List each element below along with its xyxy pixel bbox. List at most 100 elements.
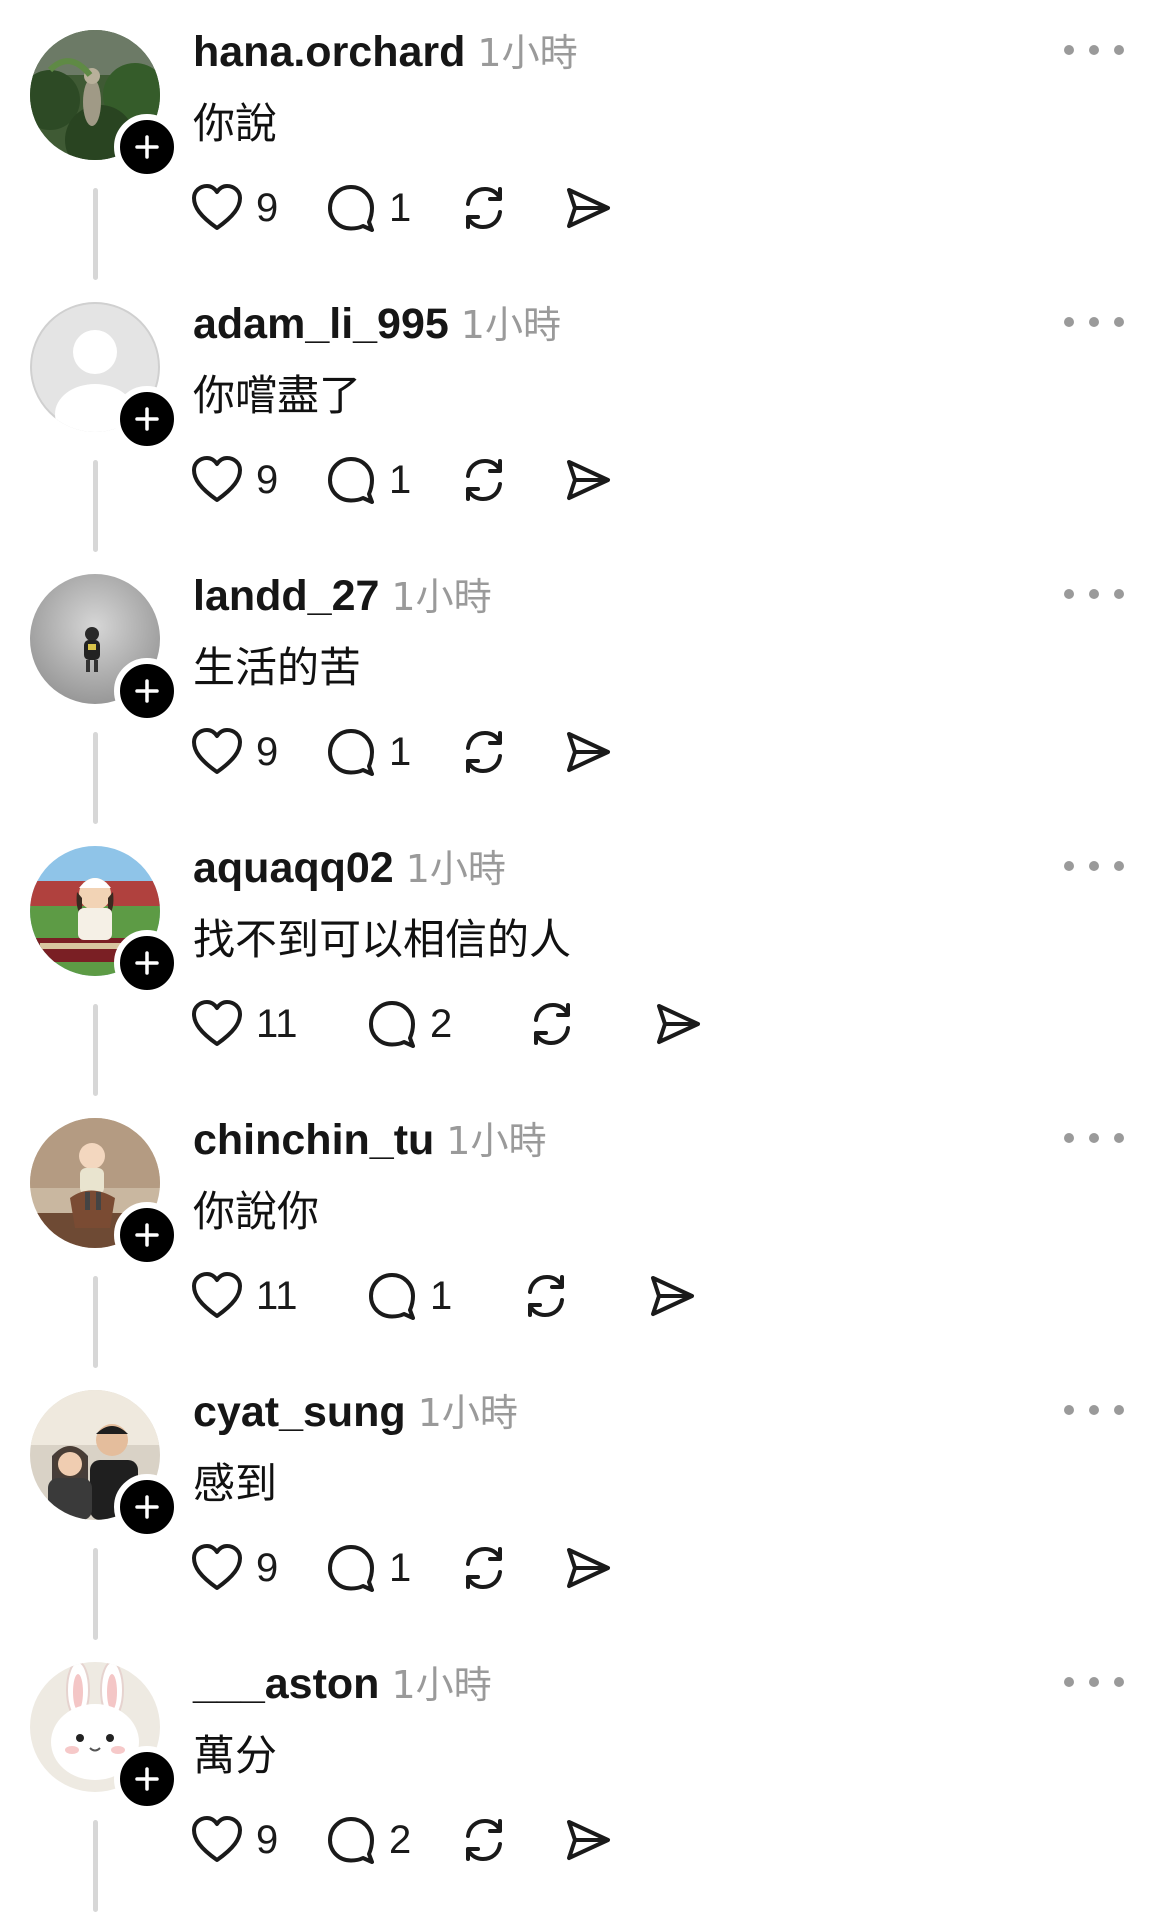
- share-button[interactable]: [562, 450, 614, 510]
- heart-icon: [192, 1272, 242, 1318]
- plus-icon: [135, 951, 159, 975]
- username[interactable]: aquaqq02: [193, 844, 394, 893]
- thread-connector-line: [93, 188, 98, 280]
- action-bar: 9 1: [190, 1538, 790, 1598]
- post-text: 你說: [193, 99, 278, 148]
- follow-button[interactable]: [114, 930, 180, 996]
- timestamp: 1小時: [460, 303, 561, 347]
- repost-button[interactable]: [526, 994, 578, 1054]
- thread-connector-line: [93, 1548, 98, 1640]
- post-text: 找不到可以相信的人: [193, 915, 572, 964]
- username[interactable]: ___aston: [193, 1660, 379, 1709]
- plus-icon: [135, 679, 159, 703]
- username[interactable]: hana.orchard: [193, 28, 465, 77]
- more-options-button[interactable]: [1064, 1120, 1124, 1156]
- like-button[interactable]: 9: [190, 450, 278, 510]
- reply-button[interactable]: 2: [325, 1810, 411, 1870]
- paper-plane-icon: [567, 732, 610, 772]
- share-button[interactable]: [646, 1266, 698, 1326]
- like-count: 9: [256, 729, 279, 774]
- thread-connector-line: [93, 460, 98, 552]
- repost-button[interactable]: [458, 1810, 510, 1870]
- reply-button[interactable]: 1: [366, 1266, 452, 1326]
- follow-button[interactable]: [114, 1202, 180, 1268]
- like-button[interactable]: 11: [190, 1266, 298, 1326]
- reply-post[interactable]: adam_li_995 1小時 你嚐盡了 9 1: [0, 272, 1170, 552]
- repost-arrows-icon: [534, 1003, 570, 1045]
- repost-arrows-icon: [466, 731, 502, 773]
- thread-connector-line: [93, 1276, 98, 1368]
- repost-button[interactable]: [520, 1266, 572, 1326]
- reply-post[interactable]: aquaqq02 1小時 找不到可以相信的人 11 2: [0, 816, 1170, 1096]
- reply-button[interactable]: 1: [325, 722, 411, 782]
- speech-bubble-icon: [328, 1545, 374, 1592]
- like-button[interactable]: 11: [190, 994, 298, 1054]
- like-button[interactable]: 9: [190, 722, 278, 782]
- reply-button[interactable]: 1: [325, 450, 411, 510]
- follow-button[interactable]: [114, 1474, 180, 1540]
- reply-post[interactable]: chinchin_tu 1小時 你說你 11 1: [0, 1088, 1170, 1368]
- share-button[interactable]: [562, 1810, 614, 1870]
- action-bar: 9 2: [190, 1810, 790, 1870]
- action-bar: 11 1: [190, 1266, 790, 1326]
- plus-icon: [135, 1767, 159, 1791]
- like-count: 9: [256, 185, 279, 230]
- like-button[interactable]: 9: [190, 178, 278, 238]
- avatar-container: [30, 1118, 180, 1268]
- plus-icon: [135, 1495, 159, 1519]
- paper-plane-icon: [567, 1548, 610, 1588]
- follow-button[interactable]: [114, 1746, 180, 1812]
- share-button[interactable]: [562, 1538, 614, 1598]
- username[interactable]: cyat_sung: [193, 1388, 406, 1437]
- reply-button[interactable]: 1: [325, 1538, 411, 1598]
- more-options-button[interactable]: [1064, 576, 1124, 612]
- username[interactable]: adam_li_995: [193, 300, 449, 349]
- more-options-button[interactable]: [1064, 1392, 1124, 1428]
- timestamp: 1小時: [446, 1119, 547, 1163]
- action-bar: 11 2: [190, 994, 790, 1054]
- like-count: 9: [256, 1545, 279, 1590]
- like-button[interactable]: 9: [190, 1810, 278, 1870]
- post-text: 你嚐盡了: [193, 371, 362, 420]
- reply-count: 1: [389, 457, 412, 502]
- more-options-button[interactable]: [1064, 1664, 1124, 1700]
- reply-post[interactable]: ___aston 1小時 萬分 9 2: [0, 1632, 1170, 1912]
- reply-post[interactable]: landd_27 1小時 生活的苦 9 1: [0, 544, 1170, 824]
- heart-icon: [192, 184, 242, 230]
- share-button[interactable]: [652, 994, 704, 1054]
- more-options-button[interactable]: [1064, 848, 1124, 884]
- share-button[interactable]: [562, 178, 614, 238]
- reply-button[interactable]: 1: [325, 178, 411, 238]
- follow-button[interactable]: [114, 386, 180, 452]
- reply-count: 1: [430, 1273, 453, 1318]
- thread-connector-line: [93, 732, 98, 824]
- more-options-button[interactable]: [1064, 304, 1124, 340]
- username[interactable]: landd_27: [193, 572, 379, 621]
- reply-post[interactable]: hana.orchard 1小時 你說 9 1: [0, 0, 1170, 280]
- repost-button[interactable]: [458, 450, 510, 510]
- paper-plane-icon: [651, 1276, 694, 1316]
- repost-button[interactable]: [458, 722, 510, 782]
- repost-arrows-icon: [466, 459, 502, 501]
- follow-button[interactable]: [114, 114, 180, 180]
- post-header: chinchin_tu 1小時: [193, 1110, 546, 1166]
- more-options-button[interactable]: [1064, 32, 1124, 68]
- like-button[interactable]: 9: [190, 1538, 278, 1598]
- avatar-container: [30, 302, 180, 452]
- post-text: 感到: [193, 1459, 278, 1508]
- post-header: adam_li_995 1小時: [193, 294, 561, 350]
- speech-bubble-icon: [369, 1001, 415, 1048]
- repost-button[interactable]: [458, 1538, 510, 1598]
- post-text: 萬分: [193, 1731, 278, 1780]
- heart-icon: [192, 1544, 242, 1590]
- username[interactable]: chinchin_tu: [193, 1116, 434, 1165]
- paper-plane-icon: [567, 460, 610, 500]
- reply-button[interactable]: 2: [366, 994, 452, 1054]
- follow-button[interactable]: [114, 658, 180, 724]
- repost-button[interactable]: [458, 178, 510, 238]
- heart-icon: [192, 456, 242, 502]
- heart-icon: [192, 1000, 242, 1046]
- reply-post[interactable]: cyat_sung 1小時 感到 9 1: [0, 1360, 1170, 1640]
- share-button[interactable]: [562, 722, 614, 782]
- speech-bubble-icon: [328, 729, 374, 776]
